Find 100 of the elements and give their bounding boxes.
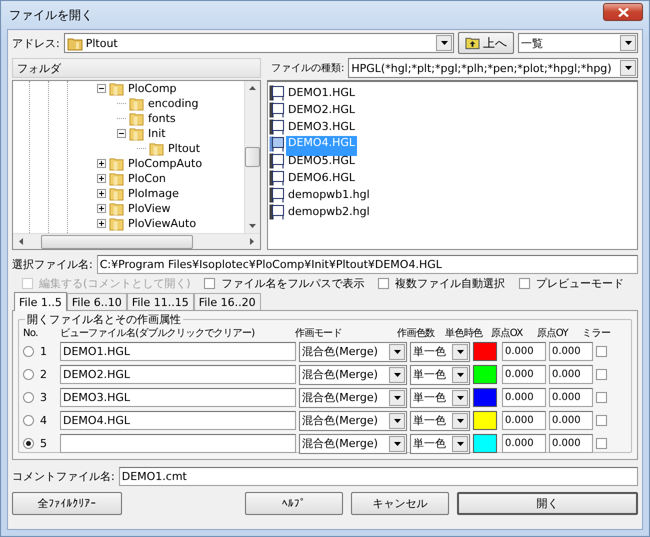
radio-button[interactable] <box>23 369 34 380</box>
tree-item[interactable]: fonts <box>147 112 177 125</box>
view-file-field[interactable]: DEMO1.HGL <box>60 342 296 361</box>
view-file-field[interactable] <box>60 434 296 453</box>
tree-item[interactable]: PloCon <box>127 172 167 185</box>
dropdown-arrow-button[interactable] <box>389 412 405 428</box>
selected-file-field[interactable]: C:¥Program Files¥Isoplotec¥PloComp¥Init¥Pltout¥DEMO4.HGL <box>96 254 638 274</box>
dropdown-arrow-button[interactable] <box>436 35 452 51</box>
dropdown-arrow-button[interactable] <box>452 366 468 382</box>
file-item[interactable]: DEMO2.HGL <box>286 103 357 116</box>
expand-toggle[interactable] <box>117 129 126 138</box>
address-dropdown[interactable]: Pltout <box>64 33 454 53</box>
checkbox[interactable] <box>204 278 216 288</box>
dropdown-arrow-button[interactable] <box>452 412 468 428</box>
origin-x-field[interactable]: 0.000 <box>502 365 546 384</box>
tree-item[interactable]: PloImage <box>127 187 180 200</box>
radio-button[interactable] <box>23 415 34 426</box>
draw-mode-dropdown[interactable]: 混合色(Merge) <box>299 342 407 362</box>
origin-x-field[interactable]: 0.000 <box>502 342 546 361</box>
radio-button[interactable] <box>23 438 34 449</box>
tab[interactable]: File 6..10 <box>66 293 127 310</box>
tree-item[interactable]: Init <box>147 127 167 140</box>
dropdown-arrow-button[interactable] <box>620 60 636 76</box>
tree-item[interactable]: PloView <box>127 202 172 215</box>
color-swatch[interactable] <box>473 365 497 384</box>
dropdown-arrow-button[interactable] <box>620 35 636 51</box>
tab[interactable]: File 11..15 <box>126 293 194 310</box>
dialog-button[interactable]: キャンセル <box>351 492 449 514</box>
expand-toggle[interactable] <box>97 189 106 198</box>
tree-item[interactable]: PloViewAuto <box>127 217 198 230</box>
radio-button[interactable] <box>23 346 34 357</box>
expand-toggle[interactable] <box>97 159 106 168</box>
scrollbar-thumb[interactable] <box>40 234 192 248</box>
color-count-dropdown[interactable]: 単一色 <box>410 342 470 362</box>
origin-y-field[interactable]: 0.000 <box>549 411 593 430</box>
dropdown-arrow-button[interactable] <box>389 390 405 406</box>
draw-mode-dropdown[interactable]: 混合色(Merge) <box>299 388 407 408</box>
dropdown-arrow-button[interactable] <box>389 366 405 382</box>
color-swatch[interactable] <box>473 388 497 407</box>
checkbox[interactable] <box>378 278 390 288</box>
dropdown-arrow-button[interactable] <box>452 436 468 452</box>
file-item[interactable]: demopwb1.hgl <box>286 188 372 201</box>
dialog-button[interactable]: 全ﾌｧｲﾙｸﾘｱｰ <box>12 492 122 514</box>
checkbox[interactable] <box>596 369 607 380</box>
color-swatch[interactable] <box>473 434 497 453</box>
radio-button[interactable] <box>23 392 34 403</box>
scrollbar-thumb[interactable] <box>245 147 260 167</box>
view-file-field[interactable]: DEMO4.HGL <box>60 411 296 430</box>
dropdown-arrow-button[interactable] <box>389 436 405 452</box>
color-count-dropdown[interactable]: 単一色 <box>410 434 470 454</box>
vertical-scrollbar[interactable] <box>244 81 260 233</box>
up-button[interactable]: 上へ <box>458 32 514 54</box>
checkbox[interactable] <box>596 415 607 426</box>
file-item[interactable]: DEMO6.HGL <box>286 171 357 184</box>
tab[interactable]: File 1..5 <box>14 292 67 311</box>
expand-toggle[interactable] <box>97 204 106 213</box>
color-count-dropdown[interactable]: 単一色 <box>410 388 470 408</box>
view-dropdown[interactable]: 一覧 <box>518 33 638 53</box>
close-button[interactable] <box>603 3 643 21</box>
file-item[interactable]: demopwb2.hgl <box>286 205 372 218</box>
origin-y-field[interactable]: 0.000 <box>549 342 593 361</box>
tree-item[interactable]: encoding <box>147 97 200 110</box>
tree-item[interactable]: PloComp <box>127 82 178 95</box>
color-swatch[interactable] <box>473 411 497 430</box>
color-count-dropdown[interactable]: 単一色 <box>410 410 470 430</box>
origin-x-field[interactable]: 0.000 <box>502 434 546 453</box>
comment-file-field[interactable]: DEMO1.cmt <box>118 466 638 486</box>
horizontal-scrollbar[interactable] <box>13 233 260 249</box>
origin-y-field[interactable]: 0.000 <box>549 388 593 407</box>
file-item[interactable]: DEMO1.HGL <box>286 86 357 99</box>
checkbox[interactable] <box>596 392 607 403</box>
checkbox[interactable] <box>518 278 530 288</box>
checkbox[interactable] <box>596 346 607 357</box>
caret-down-icon <box>624 66 632 70</box>
dialog-button[interactable]: 開く <box>457 492 638 514</box>
origin-y-field[interactable]: 0.000 <box>549 434 593 453</box>
color-count-dropdown[interactable]: 単一色 <box>410 364 470 384</box>
file-item[interactable]: DEMO3.HGL <box>286 120 357 133</box>
dialog-button[interactable]: ﾍﾙﾌﾟ <box>245 492 343 514</box>
tree-item[interactable]: Pltout <box>167 142 202 155</box>
checkbox[interactable] <box>596 438 607 449</box>
origin-x-field[interactable]: 0.000 <box>502 388 546 407</box>
tree-item[interactable]: PloCompAuto <box>127 157 204 170</box>
dropdown-arrow-button[interactable] <box>389 344 405 360</box>
expand-toggle[interactable] <box>97 84 106 93</box>
dropdown-arrow-button[interactable] <box>452 344 468 360</box>
file-item[interactable]: DEMO5.HGL <box>286 154 357 167</box>
draw-mode-dropdown[interactable]: 混合色(Merge) <box>299 364 407 384</box>
view-file-field[interactable]: DEMO3.HGL <box>60 388 296 407</box>
color-swatch[interactable] <box>473 342 497 361</box>
view-file-field[interactable]: DEMO2.HGL <box>60 365 296 384</box>
expand-toggle[interactable] <box>97 219 106 228</box>
origin-x-field[interactable]: 0.000 <box>502 411 546 430</box>
tab[interactable]: File 16..20 <box>194 293 261 310</box>
draw-mode-dropdown[interactable]: 混合色(Merge) <box>299 410 407 430</box>
dropdown-arrow-button[interactable] <box>452 390 468 406</box>
file-type-dropdown[interactable]: HPGL(*hgl;*plt;*pgl;*plh;*pen;*plot;*hpgl;*hpg) <box>348 58 638 78</box>
origin-y-field[interactable]: 0.000 <box>549 365 593 384</box>
draw-mode-dropdown[interactable]: 混合色(Merge) <box>299 434 407 454</box>
expand-toggle[interactable] <box>97 174 106 183</box>
